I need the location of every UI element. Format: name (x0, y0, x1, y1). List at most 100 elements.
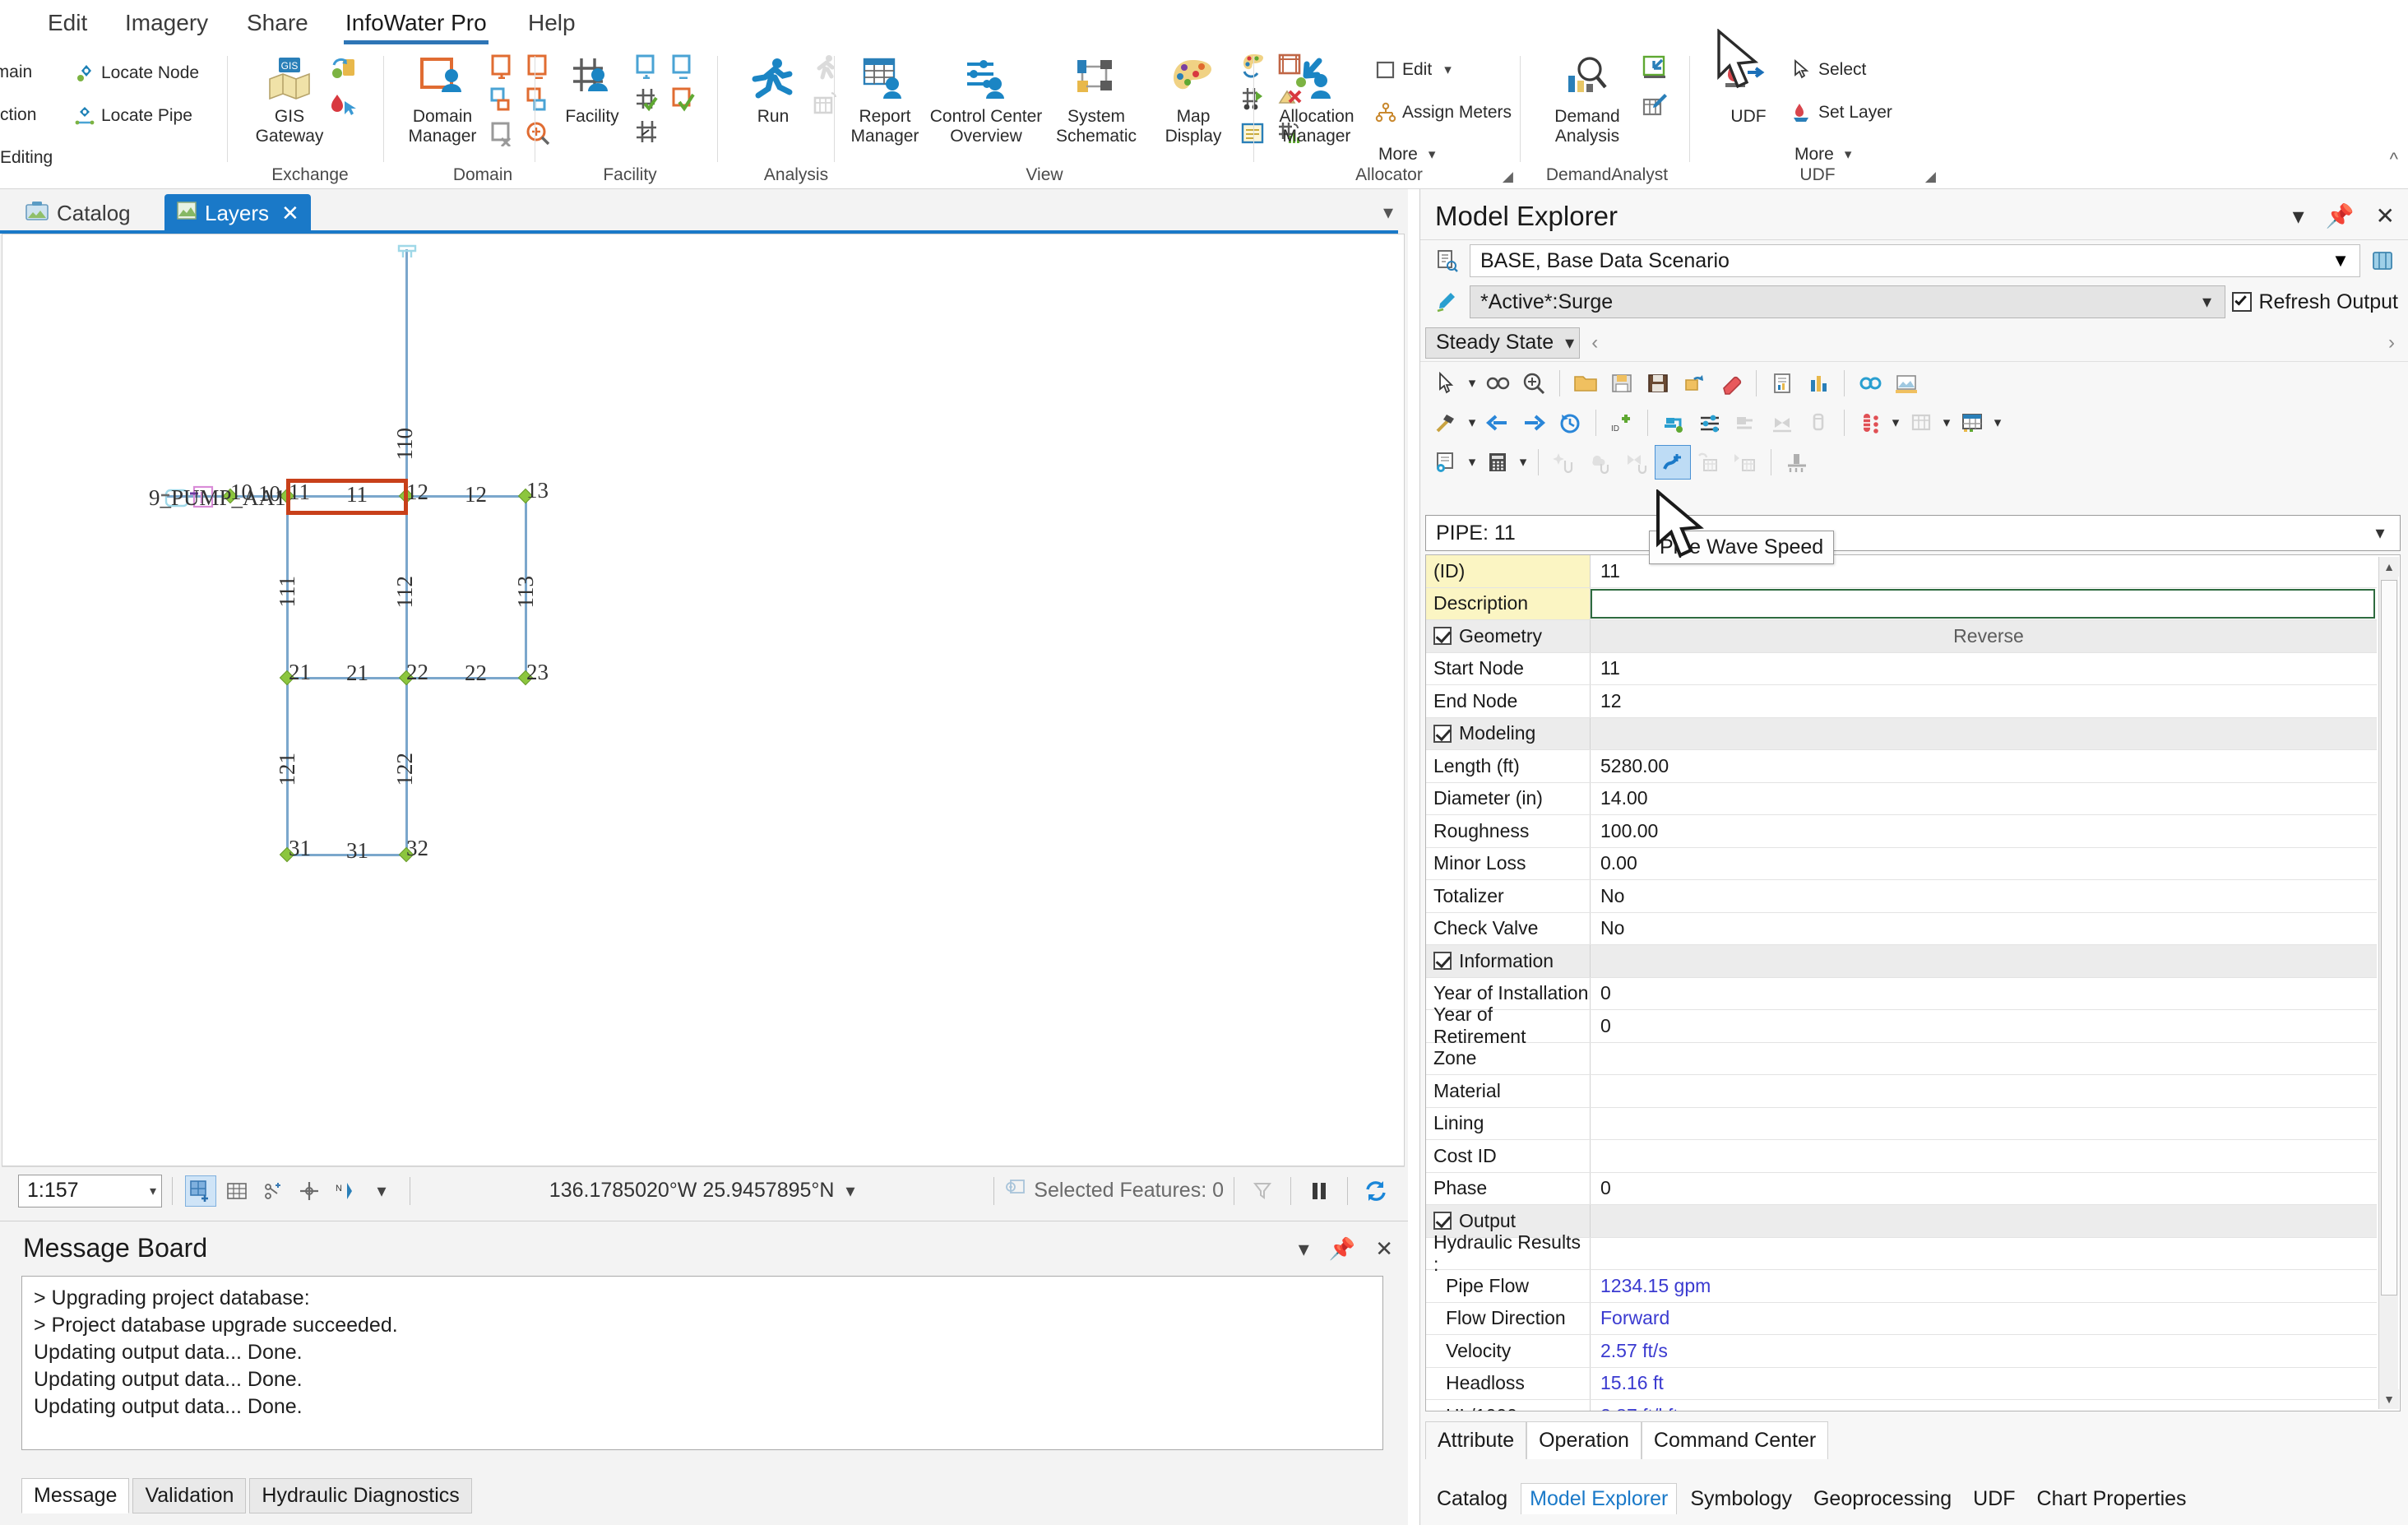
attribute-row[interactable]: Cost ID (1426, 1140, 2377, 1173)
exchange-hydrant-pick-icon[interactable] (329, 90, 359, 120)
ribbon-tab-imagery[interactable]: Imagery (117, 7, 216, 39)
udf-button[interactable]: UDF (1702, 51, 1794, 127)
map-trace-toggle[interactable] (257, 1175, 289, 1207)
run-type-combo[interactable]: Steady State ▾ (1425, 327, 1581, 359)
hydrant-tool-icon[interactable] (1656, 406, 1692, 440)
udf-set-layer-item[interactable]: Set Layer (1791, 102, 1892, 123)
map-clear-selection-icon[interactable] (1247, 1175, 1278, 1207)
exchange-sync-icon[interactable] (329, 54, 359, 84)
attribute-row[interactable]: Velocity 2.57 ft/s (1426, 1335, 2377, 1368)
facility-add-icon[interactable] (632, 51, 661, 81)
open-image-icon[interactable] (1888, 366, 1924, 401)
attribute-value[interactable] (1591, 1238, 2377, 1270)
attribute-row[interactable]: Geometry Reverse (1426, 620, 2377, 653)
allocator-edit-item[interactable]: Edit ▾ (1375, 59, 1452, 81)
save-as-icon[interactable] (1604, 366, 1640, 401)
attribute-row[interactable]: Material (1426, 1075, 2377, 1108)
attribute-value[interactable]: 2.57 ft/s (1591, 1335, 2377, 1367)
allocator-more-item[interactable]: More ▾ (1378, 145, 1435, 165)
link-icon[interactable] (1852, 366, 1888, 401)
glasses-icon[interactable] (1480, 366, 1516, 401)
close-icon[interactable]: ✕ (281, 201, 299, 226)
chevron-down-icon[interactable]: ▾ (1845, 146, 1852, 163)
message-board-tab-message[interactable]: Message (21, 1478, 130, 1513)
map-north-toggle[interactable]: N (330, 1175, 361, 1207)
attribute-value[interactable]: No (1591, 880, 2377, 912)
scroll-up-icon[interactable]: ▲ (2379, 557, 2399, 577)
map-scale-combo[interactable]: 1:157 ▾ (18, 1174, 162, 1207)
udf-select-item[interactable]: Select (1791, 59, 1866, 81)
scenario-dropdown-arrow[interactable]: ▼ (2322, 245, 2359, 276)
map-grid-toggle[interactable] (221, 1175, 252, 1207)
attribute-row[interactable]: Flow Direction Forward (1426, 1302, 2377, 1335)
reservoir-symbol-icon[interactable] (396, 241, 419, 262)
attribute-row[interactable]: Roughness 100.00 (1426, 815, 2377, 848)
chevron-down-icon[interactable]: ▾ (2188, 291, 2225, 313)
dock-tab-chart-properties[interactable]: Chart Properties (2029, 1484, 2195, 1514)
attribute-value[interactable]: 15.16 ft (1591, 1368, 2377, 1400)
attribute-value[interactable] (1591, 1075, 2377, 1107)
facility-check-grid-icon[interactable] (632, 84, 661, 114)
attribute-row[interactable]: HL/1000 2.87 ft/kft (1426, 1400, 2377, 1411)
ribbon-item-locate-node[interactable]: Locate Node (74, 63, 199, 84)
attribute-row[interactable]: End Node 12 (1426, 685, 2377, 718)
save-icon[interactable] (1640, 366, 1676, 401)
facility-report-grid-icon[interactable] (632, 117, 661, 146)
map-snapping-toggle[interactable] (185, 1175, 216, 1207)
ribbon-tab-share[interactable]: Share (238, 7, 317, 39)
chevron-down-icon[interactable]: ▾ (2293, 202, 2304, 229)
attribute-row[interactable]: Headloss 15.16 ft (1426, 1367, 2377, 1400)
ribbon-item-domain-clipped[interactable]: omain (0, 63, 32, 82)
scenario-combo[interactable]: BASE, Base Data Scenario ▼ (1470, 244, 2360, 277)
udf-dialog-launcher[interactable]: ◢ (1925, 169, 1936, 185)
bar-chart-icon[interactable] (1800, 366, 1836, 401)
dock-tab-udf[interactable]: UDF (1965, 1484, 2023, 1514)
attribute-value[interactable] (1591, 718, 2377, 750)
settings-sliders-icon[interactable] (1692, 406, 1728, 440)
attribute-row[interactable]: Pipe Flow 1234.15 gpm (1426, 1270, 2377, 1303)
arrow-right-icon[interactable] (1516, 406, 1552, 440)
sub-tab-attribute[interactable]: Attribute (1425, 1421, 1527, 1459)
domain-manager-button[interactable]: Domain Manager (396, 51, 489, 146)
db-query-icon[interactable] (1429, 445, 1465, 480)
demand-edit-grid-icon[interactable] (1640, 90, 1669, 120)
chevron-down-icon[interactable]: ▾ (1299, 1236, 1309, 1262)
control-center-overview-button[interactable]: Control Center Overview (924, 51, 1048, 146)
domain-add-icon[interactable] (487, 51, 516, 81)
run-button[interactable]: Run (727, 51, 819, 127)
pin-icon[interactable]: 📌 (2326, 202, 2355, 229)
close-icon[interactable]: ✕ (1375, 1236, 1393, 1262)
arrow-left-icon[interactable] (1480, 406, 1516, 440)
report-manager-button[interactable]: Report Manager (839, 51, 931, 146)
facility-remove-icon[interactable] (668, 51, 697, 81)
attribute-value[interactable] (1591, 1140, 2377, 1172)
map-status-overflow-icon[interactable]: ▾ (366, 1175, 397, 1207)
ribbon-tab-help[interactable]: Help (520, 7, 584, 39)
attribute-grid-scrollbar[interactable]: ▲ ▼ (2378, 557, 2399, 1409)
category-checkbox[interactable] (1433, 952, 1452, 971)
attribute-value[interactable] (1591, 588, 2375, 619)
facility-validate-icon[interactable] (668, 84, 697, 114)
water-quality-icon[interactable] (1852, 406, 1888, 440)
attribute-row[interactable]: Year of Retirement 0 (1426, 1004, 2377, 1047)
dock-tab-geoprocessing[interactable]: Geoprocessing (1805, 1484, 1960, 1514)
domain-clear-icon[interactable] (487, 118, 516, 148)
attribute-value[interactable]: 2.87 ft/kft (1591, 1400, 2377, 1411)
ribbon-collapse-icon[interactable]: ^ (2390, 149, 2398, 170)
attribute-row[interactable]: Hydraulic Results : (1426, 1231, 2377, 1275)
attribute-value[interactable]: 1234.15 gpm (1591, 1270, 2377, 1302)
coordinates-chevron-icon[interactable]: ▾ (845, 1180, 854, 1202)
run-next-icon[interactable]: › (2388, 331, 2395, 355)
attribute-value[interactable]: 0.00 (1591, 848, 2377, 880)
sub-tab-command-center[interactable]: Command Center (1641, 1421, 1829, 1459)
attribute-row[interactable]: Modeling (1426, 717, 2377, 750)
attribute-row[interactable]: Start Node 11 (1426, 652, 2377, 685)
attribute-value[interactable]: 14.00 (1591, 783, 2377, 815)
select-tool-icon[interactable] (1429, 366, 1465, 401)
attribute-row[interactable]: Check Valve No (1426, 912, 2377, 945)
spreadsheet-caret[interactable]: ▾ (1990, 406, 2005, 440)
pipe-wave-speed-icon[interactable] (1655, 445, 1691, 480)
attribute-row[interactable]: Diameter (in) 14.00 (1426, 782, 2377, 815)
message-board-tab-validation[interactable]: Validation (132, 1478, 247, 1513)
attribute-value[interactable]: 12 (1591, 685, 2377, 717)
